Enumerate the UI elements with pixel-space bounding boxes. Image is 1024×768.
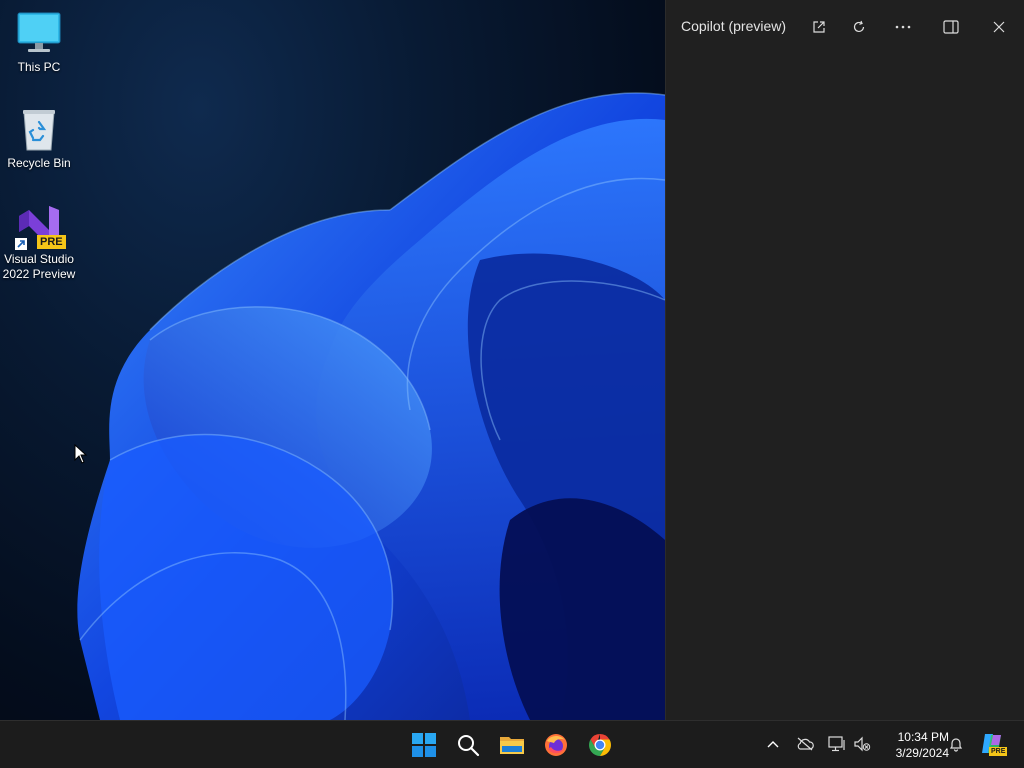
open-external-icon: [813, 21, 825, 33]
more-options-button[interactable]: [890, 14, 916, 40]
desktop-wallpaper: [0, 0, 665, 720]
bell-icon: [949, 738, 963, 752]
copilot-header: Copilot (preview): [666, 0, 1024, 52]
file-explorer-button[interactable]: [496, 729, 528, 761]
show-hidden-icons-button[interactable]: [762, 733, 784, 755]
notifications-button[interactable]: [945, 733, 967, 755]
close-icon: [993, 21, 1005, 33]
clock-time: 10:34 PM: [897, 730, 949, 744]
network-icon: [828, 736, 845, 752]
taskbar: 10:34 PM 3/29/2024 PRE: [0, 720, 1024, 768]
copilot-title: Copilot (preview): [681, 18, 787, 34]
recycle-bin-icon: [15, 106, 63, 154]
close-button[interactable]: [986, 14, 1012, 40]
volume-muted-icon: [854, 736, 871, 752]
dock-panel-icon: [943, 20, 959, 34]
network-tray-button[interactable]: [826, 733, 848, 755]
this-pc-icon: [15, 10, 63, 58]
firefox-button[interactable]: [540, 729, 572, 761]
start-button[interactable]: [408, 729, 440, 761]
volume-tray-button[interactable]: [851, 733, 873, 755]
mouse-cursor-icon: [74, 443, 88, 469]
system-clock[interactable]: 10:34 PM 3/29/2024: [877, 729, 949, 761]
desktop-icon-visual-studio-preview[interactable]: PRE Visual Studio 2022 Preview: [0, 202, 78, 282]
copilot-pane: Copilot (preview): [665, 0, 1024, 720]
firefox-icon: [545, 734, 567, 756]
desktop-icon-label: This PC: [17, 60, 61, 74]
windows-start-icon: [412, 733, 436, 757]
preview-badge: PRE: [37, 235, 66, 249]
copilot-taskbar-button[interactable]: PRE: [978, 730, 1008, 758]
desktop-icon-recycle-bin[interactable]: Recycle Bin: [0, 106, 78, 171]
refresh-icon: [853, 20, 865, 33]
desktop-icon-label-line-2: 2022 Preview: [2, 267, 76, 281]
search-icon: [458, 735, 480, 757]
more-icon: [895, 25, 911, 29]
visual-studio-icon: PRE: [15, 202, 66, 250]
desktop-icon-this-pc[interactable]: This PC: [0, 10, 78, 75]
chrome-icon: [589, 734, 611, 756]
copilot-content-area: [666, 52, 1024, 720]
chrome-button[interactable]: [584, 729, 616, 761]
clock-date: 3/29/2024: [895, 746, 949, 760]
file-explorer-icon: [500, 737, 524, 754]
dock-panel-button[interactable]: [938, 14, 964, 40]
chevron-up-icon: [767, 741, 779, 748]
open-external-button[interactable]: [806, 14, 832, 40]
onedrive-tray-button[interactable]: [794, 733, 816, 755]
desktop-icon-label: Recycle Bin: [7, 156, 71, 170]
refresh-button[interactable]: [846, 14, 872, 40]
search-button[interactable]: [452, 729, 484, 761]
bloom-wallpaper-art: [77, 92, 665, 720]
copilot-preview-badge: PRE: [989, 747, 1008, 756]
onedrive-offline-icon: [797, 737, 814, 751]
desktop-icon-label-line-1: Visual Studio: [4, 252, 74, 266]
desktop-screen: This PC Recycle Bin PRE Visual Studio 20…: [0, 0, 1024, 768]
